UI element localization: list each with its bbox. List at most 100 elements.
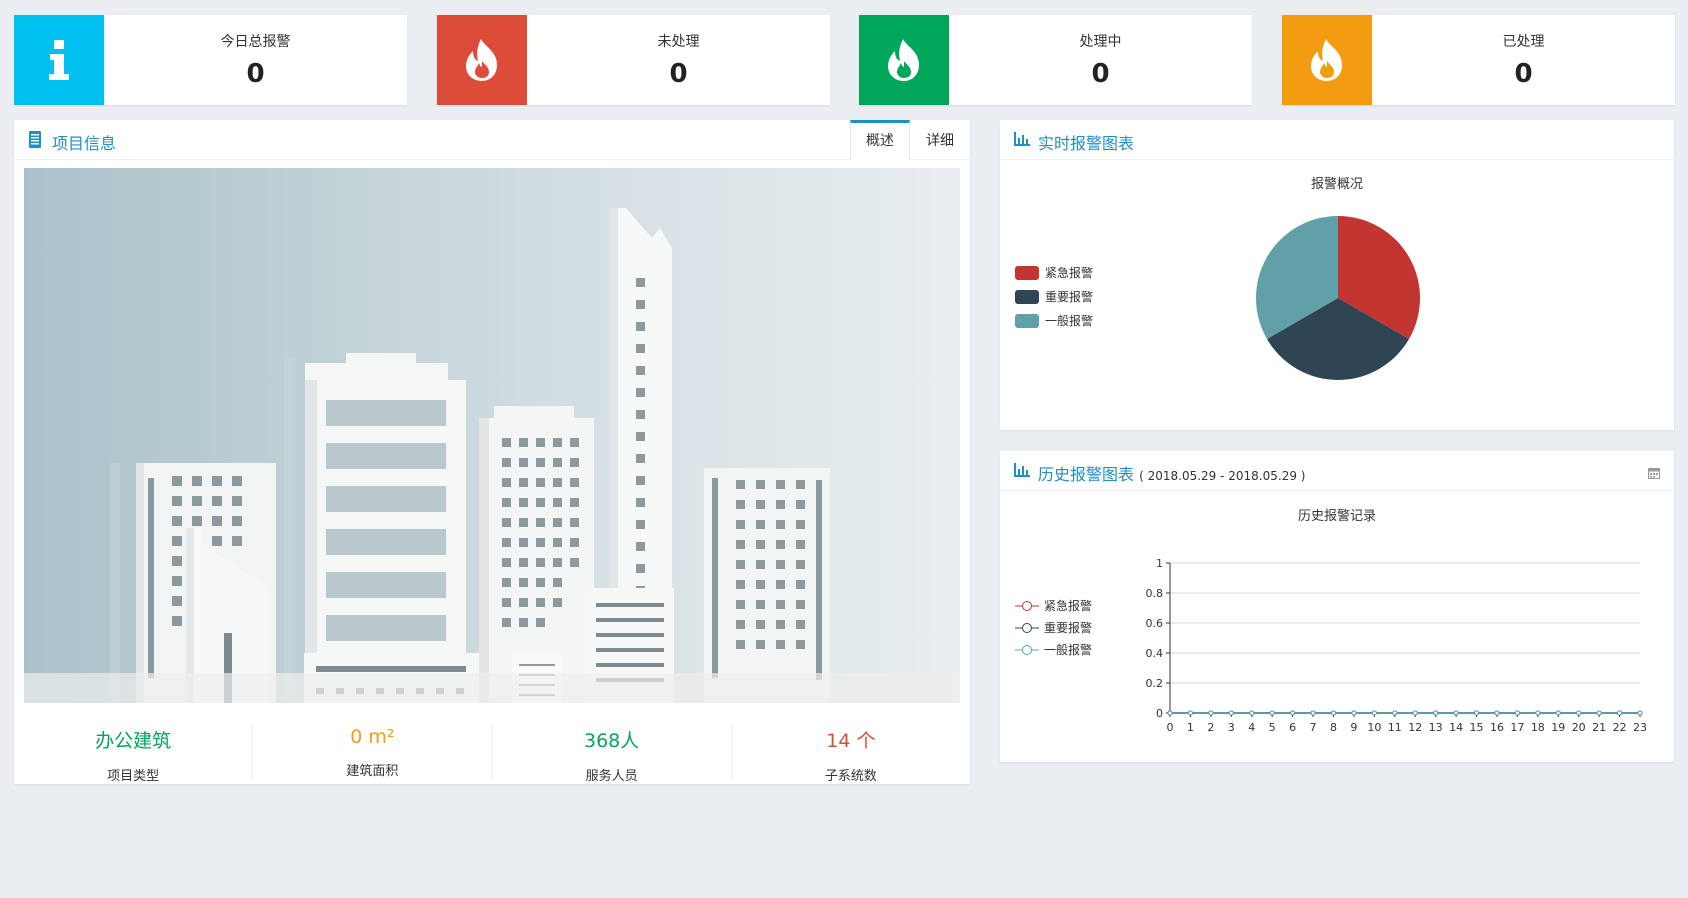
legend-marker xyxy=(1015,600,1039,611)
series-point[interactable] xyxy=(1596,710,1602,716)
series-point[interactable] xyxy=(1290,710,1296,716)
series-point[interactable] xyxy=(1351,710,1357,716)
stat-value: 0 xyxy=(246,59,265,89)
summary-caption: 建筑面积 xyxy=(346,764,399,779)
series-point[interactable] xyxy=(1330,710,1336,716)
x-tick-label: 16 xyxy=(1490,721,1504,734)
y-tick-label: 0.8 xyxy=(1146,587,1164,600)
fire-icon xyxy=(859,15,949,105)
panel-header: 项目信息 概述 详细 xyxy=(14,120,970,160)
tab-bar: 概述 详细 xyxy=(850,120,970,160)
series-point[interactable] xyxy=(1167,710,1173,716)
panel-header: 历史报警图表 ( 2018.05.29 - 2018.05.29 ) xyxy=(1000,451,1674,491)
date-range: ( 2018.05.29 - 2018.05.29 ) xyxy=(1139,469,1306,483)
series-point[interactable] xyxy=(1269,710,1275,716)
tab-overview[interactable]: 概述 xyxy=(850,120,910,160)
history-alarm-panel: 历史报警图表 ( 2018.05.29 - 2018.05.29 ) 历史报警记… xyxy=(1000,451,1674,762)
legend-swatch xyxy=(1015,289,1039,304)
stat-value: 0 xyxy=(1514,59,1533,89)
x-tick-label: 3 xyxy=(1228,721,1235,734)
fire-icon xyxy=(437,15,527,105)
tab-detail[interactable]: 详细 xyxy=(910,120,970,160)
series-point[interactable] xyxy=(1474,710,1480,716)
y-tick-label: 0 xyxy=(1156,707,1163,720)
x-tick-label: 19 xyxy=(1551,721,1565,734)
legend-label: 一般报警 xyxy=(1045,314,1094,328)
series-point[interactable] xyxy=(1208,710,1214,716)
series-point[interactable] xyxy=(1576,710,1582,716)
legend-item-important[interactable]: 重要报警 xyxy=(1015,288,1093,305)
series-point[interactable] xyxy=(1228,710,1234,716)
legend-swatch xyxy=(1015,313,1039,328)
series-point[interactable] xyxy=(1371,710,1377,716)
stat-card-handled: 已处理 0 xyxy=(1282,15,1675,105)
chart-title: 报警概况 xyxy=(1310,177,1363,192)
legend-label: 一般报警 xyxy=(1044,643,1093,657)
series-point[interactable] xyxy=(1453,710,1459,716)
x-tick-label: 12 xyxy=(1408,721,1422,734)
legend-label: 重要报警 xyxy=(1044,621,1093,635)
x-tick-label: 4 xyxy=(1248,721,1255,734)
series-point[interactable] xyxy=(1535,710,1541,716)
x-tick-label: 18 xyxy=(1531,721,1545,734)
y-tick-label: 1 xyxy=(1156,557,1163,570)
panel-title-text: 历史报警图表 xyxy=(1038,465,1135,484)
y-tick-label: 0.6 xyxy=(1146,617,1164,630)
x-tick-label: 10 xyxy=(1367,721,1381,734)
panel-title: 历史报警图表 ( 2018.05.29 - 2018.05.29 ) xyxy=(1038,461,1305,485)
stat-label: 今日总报警 xyxy=(220,34,291,50)
stat-card-unhandled: 未处理 0 xyxy=(437,15,830,105)
calendar-icon[interactable] xyxy=(1648,464,1660,483)
legend-item-urgent[interactable]: 紧急报警 xyxy=(1015,597,1092,614)
series-point[interactable] xyxy=(1249,710,1255,716)
x-tick-label: 2 xyxy=(1207,721,1214,734)
series-point[interactable] xyxy=(1637,710,1643,716)
x-tick-label: 15 xyxy=(1470,721,1484,734)
summary-building-area: 0 m² 建筑面积 xyxy=(253,724,493,780)
stat-label: 未处理 xyxy=(657,34,700,50)
x-tick-label: 6 xyxy=(1289,721,1296,734)
legend-item-general[interactable]: 一般报警 xyxy=(1015,641,1092,658)
series-point[interactable] xyxy=(1514,710,1520,716)
series-point[interactable] xyxy=(1494,710,1500,716)
bar-chart-icon xyxy=(1014,131,1030,150)
x-tick-label: 14 xyxy=(1449,721,1463,734)
legend-marker xyxy=(1015,622,1039,633)
summary-caption: 服务人员 xyxy=(585,769,638,784)
pie-chart xyxy=(1256,216,1420,380)
summary-value: 办公建筑 xyxy=(95,730,172,752)
stat-card-total: 今日总报警 0 xyxy=(14,15,407,105)
legend-item-general[interactable]: 一般报警 xyxy=(1015,312,1093,329)
stat-value: 0 xyxy=(669,59,688,89)
legend-label: 重要报警 xyxy=(1045,290,1094,304)
building-icon xyxy=(28,131,42,152)
fire-icon xyxy=(1282,15,1372,105)
stat-label: 已处理 xyxy=(1502,34,1545,50)
line-chart: 00.20.40.60.810 1 2 3 4 5 6 7 8 9 10 11 12 13 14 15 16 17… xyxy=(1146,557,1648,734)
series-point[interactable] xyxy=(1412,710,1418,716)
summary-caption: 子系统数 xyxy=(824,769,877,784)
series-point[interactable] xyxy=(1392,710,1398,716)
x-tick-label: 11 xyxy=(1388,721,1402,734)
series-point[interactable] xyxy=(1433,710,1439,716)
x-tick-label: 20 xyxy=(1572,721,1586,734)
series-point[interactable] xyxy=(1187,710,1193,716)
realtime-alarm-panel: 实时报警图表 报警概况 紧急报警 重要报警 一般报警 xyxy=(1000,120,1674,430)
series-point[interactable] xyxy=(1310,710,1316,716)
series-point[interactable] xyxy=(1617,710,1623,716)
x-tick-label: 23 xyxy=(1633,721,1647,734)
legend-item-important[interactable]: 重要报警 xyxy=(1015,619,1092,636)
x-tick-label: 5 xyxy=(1269,721,1276,734)
project-info-panel: 项目信息 概述 详细 办公建筑 项目类型 0 m² 建筑面积 368人 服务人员… xyxy=(14,120,970,784)
summary-value: 0 m² xyxy=(350,726,395,748)
legend-label: 紧急报警 xyxy=(1045,266,1094,280)
panel-title: 项目信息 xyxy=(52,134,117,153)
series-point[interactable] xyxy=(1555,710,1561,716)
y-tick-label: 0.4 xyxy=(1146,647,1164,660)
summary-value: 14 个 xyxy=(826,730,876,752)
chart-title: 历史报警记录 xyxy=(1297,509,1376,524)
x-tick-label: 13 xyxy=(1429,721,1443,734)
summary-project-type: 办公建筑 项目类型 xyxy=(14,724,254,784)
panel-title: 实时报警图表 xyxy=(1038,134,1135,153)
legend-item-urgent[interactable]: 紧急报警 xyxy=(1015,264,1093,281)
